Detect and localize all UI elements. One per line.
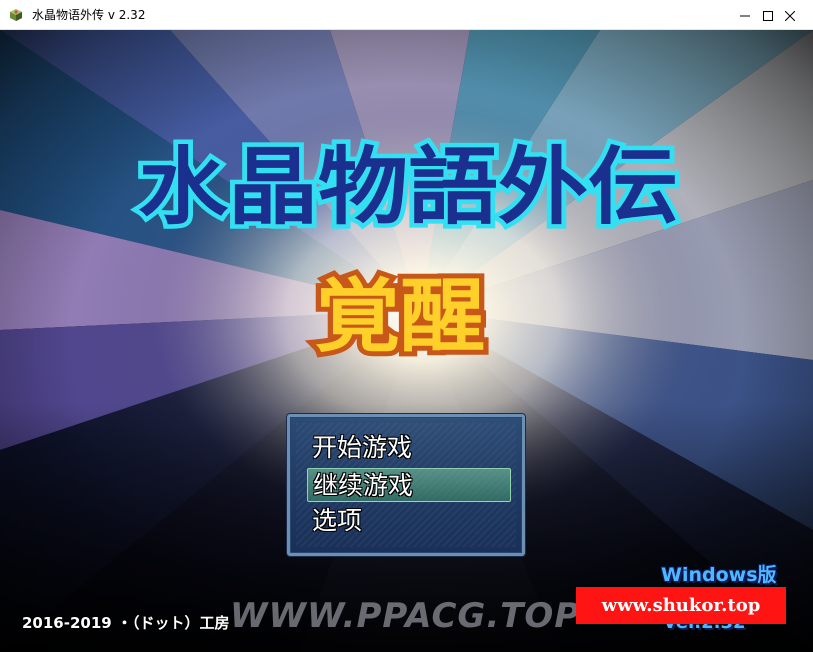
logo-title: 水晶物語外伝 <box>134 134 683 239</box>
title-bar[interactable]: 水晶物语外传 v 2.32 <box>0 0 813 30</box>
game-window: 水晶物语外传 v 2.32 水晶物語外伝 覚醒 开始游戏 继续游戏 选项 201… <box>0 0 813 652</box>
logo-title-text: 水晶物語外伝 <box>138 138 678 236</box>
close-button[interactable] <box>767 0 813 30</box>
app-icon <box>9 8 23 22</box>
edition-label: Windows版 <box>661 564 777 586</box>
logo-subtitle: 覚醒 <box>310 265 490 368</box>
watermark-shukor: www.shukor.top <box>576 587 786 624</box>
menu-item-new-game[interactable]: 开始游戏 <box>307 431 511 465</box>
menu-item-continue[interactable]: 继续游戏 <box>307 468 511 502</box>
logo-subtitle-text: 覚醒 <box>315 270 485 363</box>
menu-item-options[interactable]: 选项 <box>307 504 511 538</box>
window-title: 水晶物语外传 v 2.32 <box>32 8 146 22</box>
watermark-ppacg: WWW.PPACG.TOP <box>230 596 581 636</box>
game-viewport[interactable]: 水晶物語外伝 覚醒 开始游戏 继续游戏 选项 2016-2019 ・（ドット）工… <box>0 30 813 652</box>
close-icon <box>784 6 796 25</box>
title-menu: 开始游戏 继续游戏 选项 <box>287 414 525 556</box>
copyright-text: 2016-2019 ・（ドット）工房 <box>22 614 230 632</box>
